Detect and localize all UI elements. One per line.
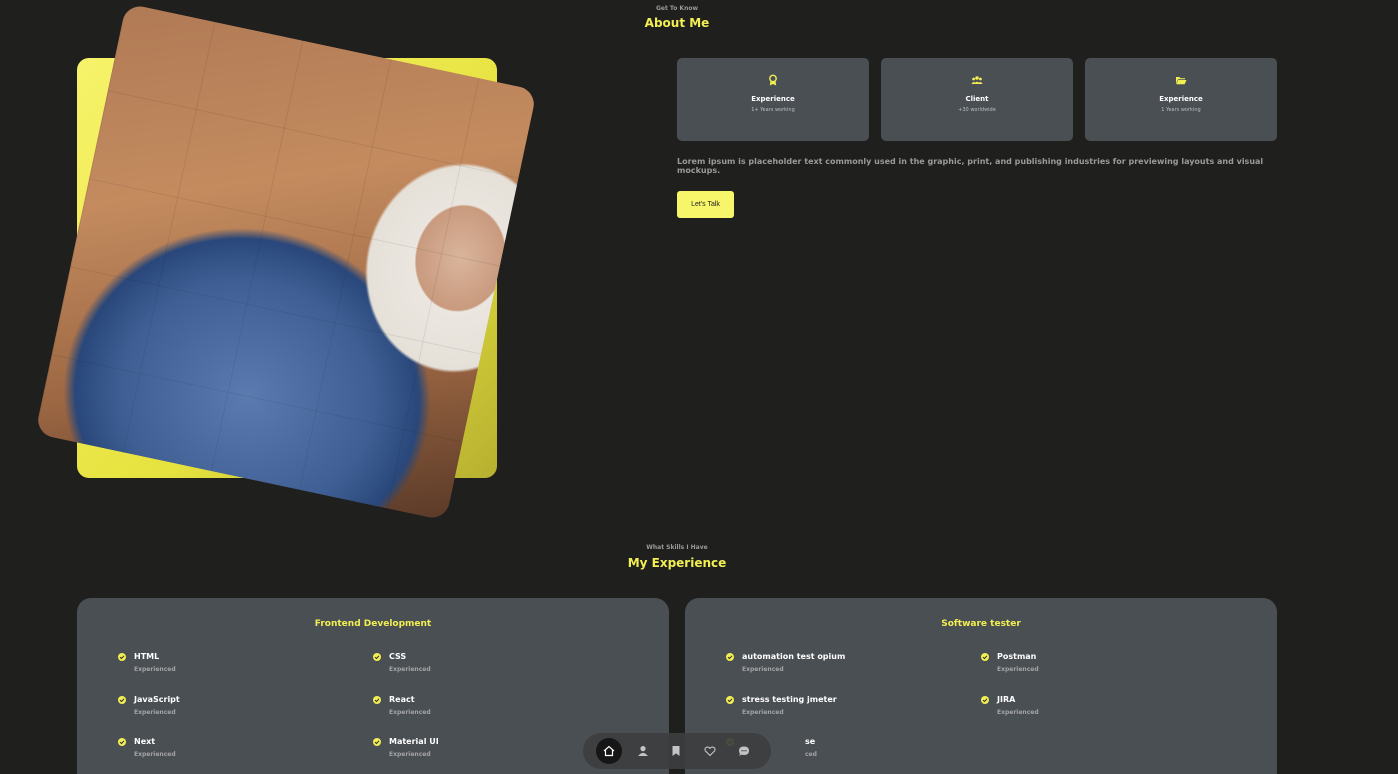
nav-contact[interactable] (731, 738, 757, 764)
check-icon (373, 696, 381, 704)
nav-home[interactable] (596, 738, 622, 764)
experience-panel-frontend: Frontend Development HTML Experienced CS… (77, 598, 669, 774)
skill-name: JavaScript (134, 695, 180, 704)
skill-level: Experienced (389, 751, 431, 758)
about-card-projects: Experience 1 Years working (1085, 58, 1277, 141)
skill-item: HTML Experienced (118, 652, 318, 678)
check-icon (118, 738, 126, 746)
check-icon (981, 696, 989, 704)
check-icon (118, 696, 126, 704)
skill-item: automation test opium Experienced (726, 652, 926, 678)
bookmark-icon (672, 746, 680, 756)
skill-name: se (805, 737, 816, 746)
skill-level: Experienced (997, 709, 1039, 716)
message-icon (739, 746, 749, 756)
skill-item: React Experienced (373, 695, 573, 721)
about-card-client: Client +30 worldwide (881, 58, 1073, 141)
skill-name: HTML (134, 652, 160, 661)
about-subtitle: Get To Know (655, 5, 699, 12)
nav-experience[interactable] (663, 738, 689, 764)
skill-level: Experienced (997, 666, 1039, 673)
card-subtitle: 1 Years working (1161, 107, 1201, 113)
check-icon (726, 653, 734, 661)
check-icon (373, 653, 381, 661)
profile-photo (34, 3, 538, 521)
skill-level: Experienced (134, 709, 176, 716)
skill-item: JavaScript Experienced (118, 695, 318, 721)
skill-name: Material UI (389, 737, 439, 746)
card-title: Experience (751, 95, 795, 103)
experience-subtitle: What Skills I Have (646, 544, 708, 551)
skill-name: React (389, 695, 415, 704)
skill-level: Experienced (742, 666, 784, 673)
skill-item: Next Experienced (118, 737, 318, 763)
skill-name: JIRA (997, 695, 1016, 704)
nav-about[interactable] (630, 738, 656, 764)
card-subtitle: 1+ Years working (751, 107, 795, 113)
skill-level: Experienced (389, 666, 431, 673)
skill-item: CSS Experienced (373, 652, 573, 678)
panel-title: Frontend Development (314, 619, 432, 629)
skill-item: JIRA Experienced (981, 695, 1181, 721)
check-icon (118, 653, 126, 661)
card-title: Experience (1159, 95, 1203, 103)
skill-name: CSS (389, 652, 407, 661)
lets-talk-button[interactable]: Let's Talk (677, 191, 734, 218)
card-title: Client (965, 95, 989, 103)
card-subtitle: +30 worldwide (958, 107, 996, 113)
skill-item: stress testing jmeter Experienced (726, 695, 926, 721)
nav-services[interactable] (697, 738, 723, 764)
about-cards: Experience 1+ Years working Client +30 w… (677, 58, 1277, 141)
skill-name: stress testing jmeter (742, 695, 837, 704)
users-icon (971, 76, 983, 84)
award-icon (769, 74, 777, 86)
panel-title: Software tester (941, 619, 1021, 629)
experience-panel-testing: Software tester automation test opium Ex… (685, 598, 1277, 774)
skill-name: automation test opium (742, 652, 846, 661)
skill-level: Experienced (134, 751, 176, 758)
check-icon (726, 696, 734, 704)
skill-level: Experienced (134, 666, 176, 673)
services-icon (704, 746, 716, 757)
check-icon (981, 653, 989, 661)
experience-title: My Experience (627, 556, 727, 570)
bottom-nav (583, 733, 771, 769)
user-icon (638, 746, 648, 756)
skill-name: Next (134, 737, 156, 746)
skill-name: Postman (997, 652, 1037, 661)
skill-level: Experienced (389, 709, 431, 716)
skill-item: Postman Experienced (981, 652, 1181, 678)
skill-level: ced (805, 751, 817, 758)
about-card-experience: Experience 1+ Years working (677, 58, 869, 141)
skill-level: Experienced (742, 709, 784, 716)
check-icon (373, 738, 381, 746)
home-icon (603, 745, 615, 757)
skill-item: Material UI Experienced (373, 737, 573, 763)
folder-icon (1176, 77, 1187, 85)
about-description: Lorem ipsum is placeholder text commonly… (677, 157, 1264, 175)
